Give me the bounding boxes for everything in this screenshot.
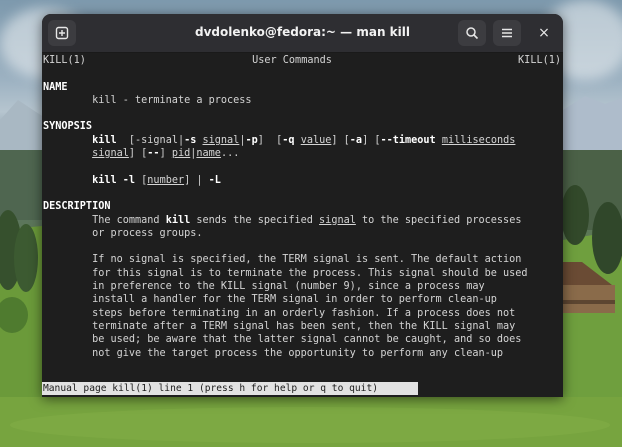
description-paragraph-line: for this signal is to terminate the proc… (92, 267, 528, 279)
description-paragraph-line: If no signal is specified, the TERM sign… (92, 254, 522, 266)
description-paragraph-line: be used; be aware that the latter signal… (92, 334, 522, 346)
man-header-right: KILL(1) (518, 55, 561, 66)
close-button[interactable]: × (533, 22, 555, 44)
description-paragraph-line: install a handler for the TERM signal in… (92, 294, 497, 306)
man-header: KILL(1) User Commands KILL(1) (43, 54, 563, 67)
synopsis-line-3: kill -l [number] | -L (92, 174, 221, 186)
name-line: kill - terminate a process (92, 94, 252, 106)
terminal-window: dvdolenko@fedora:~ — man kill × KILL(1) … (42, 14, 563, 397)
search-button[interactable] (458, 20, 486, 46)
description-line-1: The command kill sends the specified sig… (92, 214, 522, 226)
section-description: DESCRIPTION (43, 201, 111, 213)
section-synopsis: SYNOPSIS (43, 121, 93, 133)
hamburger-menu-icon (502, 28, 512, 38)
description-paragraph-line: not give the target process the opportun… (92, 347, 504, 359)
synopsis-line-1: kill [-signal|-s signal|-p] [-q value] [… (92, 134, 516, 146)
terminal-content[interactable]: KILL(1) User Commands KILL(1) NAME kill … (42, 54, 563, 397)
description-paragraph-line: terminate after a TERM signal has been s… (92, 320, 516, 332)
synopsis-line-2: signal] [--] pid|name... (92, 148, 240, 160)
main-menu-button[interactable] (493, 20, 521, 46)
description-paragraph-line: steps before terminating in an orderly f… (92, 307, 516, 319)
section-name: NAME (43, 81, 68, 93)
description-paragraph-line: in preference to the KILL signal (number… (92, 281, 485, 293)
pager-status-line: Manual page kill(1) line 1 (press h for … (42, 382, 418, 395)
man-header-center: User Commands (252, 55, 332, 66)
man-header-left: KILL(1) (43, 55, 86, 66)
description-line-2: or process groups. (92, 227, 203, 239)
header-bar: dvdolenko@fedora:~ — man kill × (42, 14, 563, 53)
close-icon: × (538, 25, 550, 41)
search-icon (466, 27, 479, 40)
